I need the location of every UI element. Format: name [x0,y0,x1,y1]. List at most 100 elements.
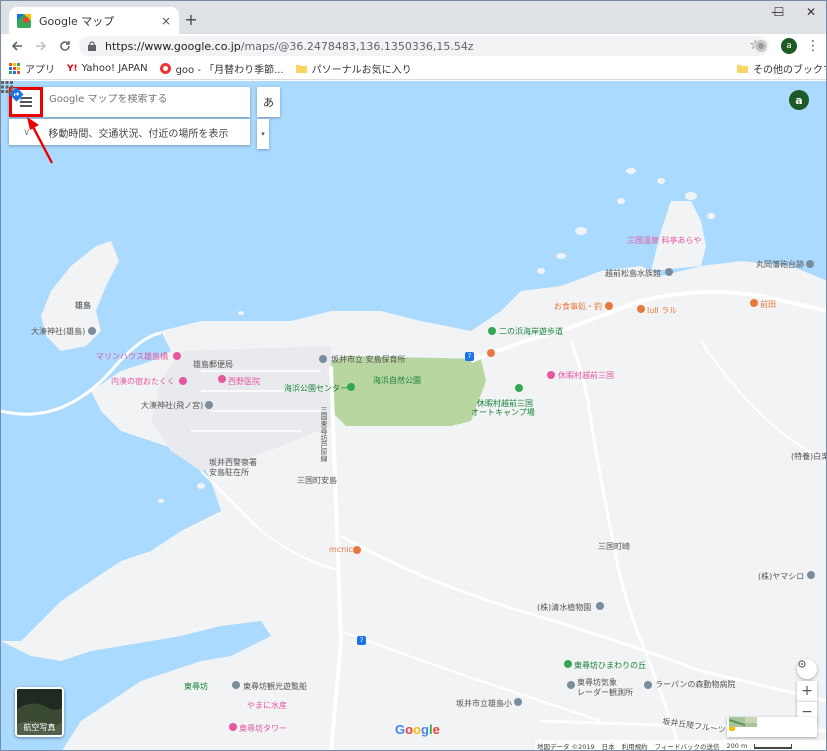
label-ajima-koban[interactable]: 安島駐在所 [209,467,249,478]
label-mcnic[interactable]: mcnic [329,545,353,554]
label-tojinbo-tower[interactable]: 東尋坊タワー [239,723,287,734]
label-mikuni-ajima[interactable]: 三国町安島 [297,475,337,486]
shrine-pin-icon[interactable] [205,401,213,409]
tab-google-maps[interactable]: Google マップ × [9,7,179,34]
maximize-button[interactable]: ☐ [762,1,796,23]
back-arrow-icon [11,41,22,51]
park-area [326,356,486,426]
zoom-in-button[interactable]: + [797,681,817,701]
school-pin-icon[interactable] [514,698,522,706]
landmark-pin-icon[interactable] [806,260,814,268]
map-search-input[interactable] [49,94,189,105]
park-pin-icon[interactable] [488,327,496,335]
food-pin-icon[interactable] [487,349,495,357]
input-tools-dropdown-icon[interactable]: ▾ [257,119,269,149]
label-raabaan[interactable]: ラーパンの森動物病院 [655,679,735,690]
input-tools-button[interactable]: あ [257,87,280,117]
back-button[interactable] [5,35,29,57]
label-matsushima[interactable]: 越前松島水族館 [605,268,661,279]
school-pin-icon[interactable] [319,355,327,363]
restaurant-pin-icon[interactable] [750,299,758,307]
forward-button[interactable] [29,35,53,57]
bookmark-apps[interactable]: アプリ [9,61,55,76]
park-pin-icon[interactable] [564,660,572,668]
my-location-button[interactable] [797,659,817,679]
reload-icon [60,41,70,51]
label-marine-house[interactable]: マリンハウス雄島橋 [96,351,168,362]
tower-pin-icon[interactable] [229,723,237,731]
bookmark-yahoo[interactable]: Y! Yahoo! JAPAN [67,63,148,74]
route-shield-icon: 7 [357,636,366,645]
bookmarks-bar: アプリ Y! Yahoo! JAPAN goo - 「月替わり季節... パソー… [1,58,826,80]
label-tojinbo-ship[interactable]: 東尋坊観光遊覧船 [243,681,307,692]
label-ojima-post[interactable]: 雄島郵便局 [193,359,233,370]
label-nishino[interactable]: 西野医院 [228,376,260,387]
bookmark-folder[interactable]: パソーナルお気に入り [295,61,412,76]
label-promenade[interactable]: 二の浜海岸遊歩道 [499,326,563,337]
label-mikuni-onsen[interactable]: 三国温泉 料亭あらや [627,235,702,246]
folder-icon [737,65,748,73]
label-yamani[interactable]: やまに水産 [247,700,287,711]
aquarium-pin-icon[interactable] [665,268,673,276]
label-tojinbo[interactable]: 東尋坊 [184,681,208,692]
label-rula[interactable]: lull ラル [647,305,677,316]
map-canvas[interactable]: 雄島 大湊神社(雄島) マリンハウス雄島橋 内湊の宿おたくく 雄島郵便局 西野医… [1,81,826,751]
extension-icon[interactable] [753,38,769,54]
food-pin-icon[interactable] [353,546,361,554]
camp-pin-icon[interactable] [515,384,523,392]
label-uchiura[interactable]: 内湊の宿おたくく [111,376,175,387]
hotel-pin-icon[interactable] [179,377,187,385]
terms-link[interactable]: 利用規約 [622,741,648,750]
map-data-credit: 地図データ ©2019 [537,743,595,751]
clinic-pin-icon[interactable] [644,681,652,689]
transit-layer-icon[interactable] [729,717,745,727]
label-kaihama-park[interactable]: 海浜自然公園 [373,375,421,386]
reload-button[interactable] [53,35,77,57]
label-ominato-shrine[interactable]: 大湊神社(飛ノ宮) [141,400,203,411]
route-shield-icon: 7 [465,352,474,361]
label-ojima[interactable]: 雄島 [75,300,91,311]
menu-dots-icon[interactable]: ⋮ [801,35,825,57]
new-tab-button[interactable]: + [181,9,201,29]
scale-label[interactable]: 200 m [726,742,747,750]
satellite-toggle[interactable]: 航空写真 [15,687,64,737]
tab-close-icon[interactable]: × [161,14,171,28]
hospital-pin-icon[interactable] [218,375,226,383]
label-sakai-nursery[interactable]: 坂井市立 安島保育所 [331,354,406,365]
label-kyukamura[interactable]: 休暇村越前三国 [558,370,614,381]
label-oshima-school[interactable]: 坂井市立雄島小 [456,698,512,709]
close-window-button[interactable]: ✕ [794,1,826,23]
bookmark-other[interactable]: その他のブックマーク [737,61,826,76]
country-link[interactable]: 日本 [602,741,615,750]
address-bar[interactable]: https://www.google.co.jp/maps/@36.247848… [79,36,769,56]
map-footer: 地図データ ©2019 日本 利用規約 フィードバックの送信 200 m [535,740,826,751]
business-pin-icon[interactable] [807,571,815,579]
street-view-bar: ⌃ [727,717,817,737]
park-pin-icon[interactable] [347,383,355,391]
restaurant-pin-icon[interactable] [605,302,613,310]
label-oshokuji[interactable]: お食事処・釣 [554,301,602,312]
label-kaihama-center[interactable]: 海浜公園センター [284,383,348,394]
restaurant-pin-icon[interactable] [637,305,645,313]
profile-avatar[interactable]: a [781,38,797,54]
feedback-link[interactable]: フィードバックの送信 [655,741,720,750]
hotel-pin-icon[interactable] [547,371,555,379]
radar-pin-icon[interactable] [567,681,575,689]
label-tokubetsu[interactable]: (特養)白楽 [791,451,826,462]
boat-pin-icon[interactable] [232,681,240,689]
label-shimizu[interactable]: (株)清水植物園 [537,602,591,613]
satellite-label: 航空写真 [23,723,56,732]
label-maeda[interactable]: 前田 [760,299,776,310]
label-camp2[interactable]: オートキャンプ場 [471,407,535,418]
label-yamashiro[interactable]: (株)ヤマシロ [758,571,804,582]
bookmark-goo[interactable]: goo - 「月替わり季節... [159,61,284,76]
label-ojima-shrine[interactable]: 大湊神社(雄島) [31,326,85,337]
google-apps-icon[interactable] [1,81,13,93]
label-radar2[interactable]: レーダー観測所 [577,687,633,698]
shrine-pin-icon[interactable] [88,327,96,335]
account-avatar[interactable]: a [789,90,809,110]
label-maruoka[interactable]: 丸岡藩砲台跡 [756,259,804,270]
hotel-pin-icon[interactable] [173,352,181,360]
label-himawari[interactable]: 東尋坊ひまわりの丘 [574,660,646,671]
business-pin-icon[interactable] [596,602,604,610]
